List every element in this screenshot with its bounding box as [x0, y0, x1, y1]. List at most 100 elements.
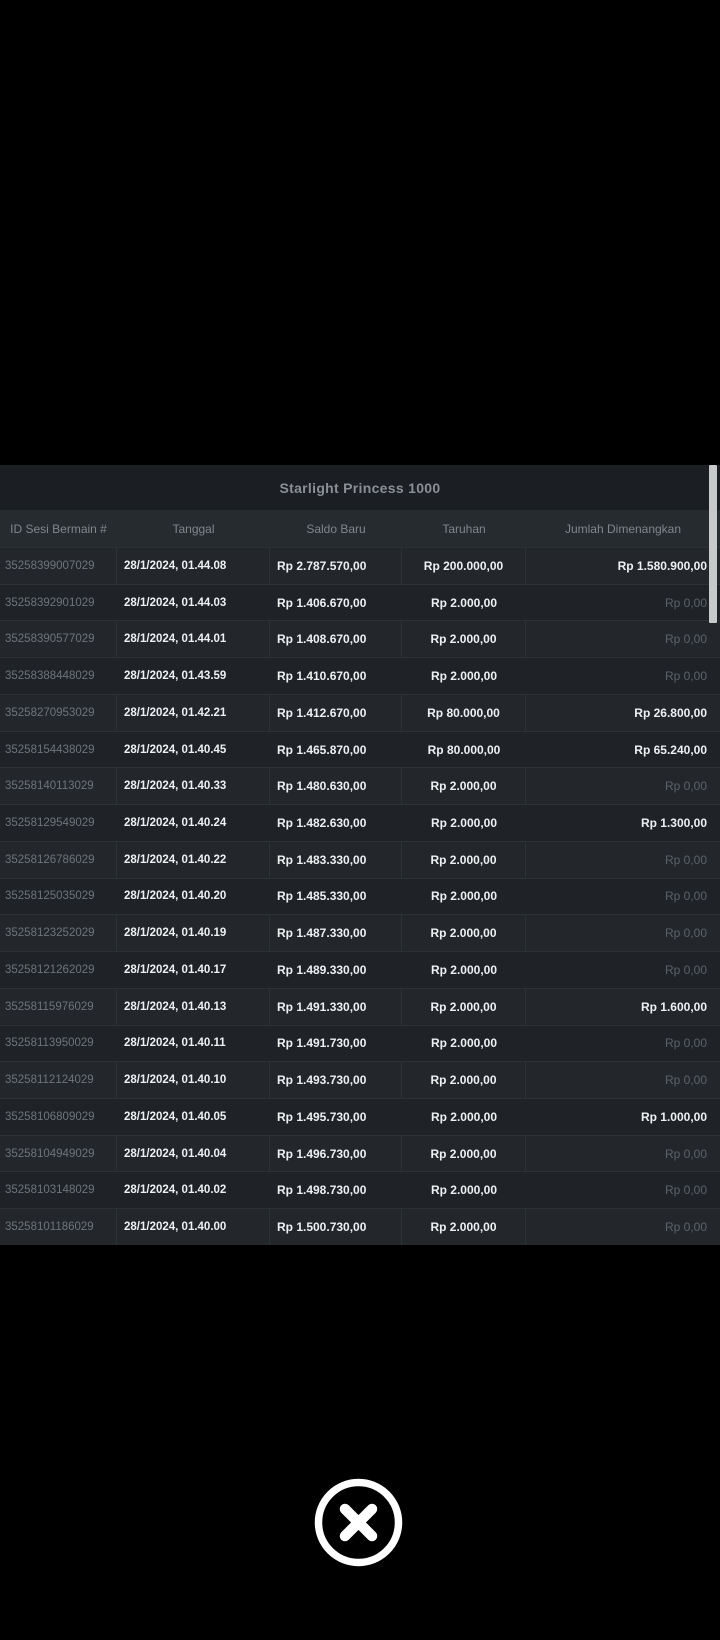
bet-cell: Rp 2.000,00	[402, 585, 526, 621]
date-cell: 28/1/2024, 01.40.33	[117, 768, 270, 804]
win-cell: Rp 26.800,00	[526, 695, 720, 731]
balance-cell: Rp 1.410.670,00	[270, 658, 402, 694]
column-header-new-balance: Saldo Baru	[270, 522, 402, 536]
balance-cell: Rp 1.483.330,00	[270, 842, 402, 878]
table-row: 3525839057702928/1/2024, 01.44.01Rp 1.40…	[0, 620, 720, 657]
table-row: 3525838844802928/1/2024, 01.43.59Rp 1.41…	[0, 657, 720, 694]
date-cell: 28/1/2024, 01.40.00	[117, 1209, 270, 1245]
table-row: 3525810494902928/1/2024, 01.40.04Rp 1.49…	[0, 1135, 720, 1172]
bet-cell: Rp 2.000,00	[402, 621, 526, 657]
bet-cell: Rp 2.000,00	[402, 842, 526, 878]
balance-cell: Rp 1.496.730,00	[270, 1136, 402, 1172]
date-cell: 28/1/2024, 01.40.05	[117, 1099, 270, 1135]
bet-cell: Rp 2.000,00	[402, 768, 526, 804]
table-header-row: ID Sesi Bermain # Tanggal Saldo Baru Tar…	[0, 510, 720, 547]
table-row: 3525812954902928/1/2024, 01.40.24Rp 1.48…	[0, 804, 720, 841]
balance-cell: Rp 1.412.670,00	[270, 695, 402, 731]
bet-cell: Rp 2.000,00	[402, 805, 526, 841]
session-id-cell: 35258125035029	[0, 879, 117, 915]
table-row: 3525811395002928/1/2024, 01.40.11Rp 1.49…	[0, 1025, 720, 1062]
session-id-cell: 35258392901029	[0, 585, 117, 621]
win-cell: Rp 65.240,00	[526, 732, 720, 768]
table-row: 3525812325202928/1/2024, 01.40.19Rp 1.48…	[0, 914, 720, 951]
balance-cell: Rp 1.498.730,00	[270, 1172, 402, 1208]
balance-cell: Rp 1.489.330,00	[270, 952, 402, 988]
balance-cell: Rp 1.491.730,00	[270, 1026, 402, 1062]
close-icon	[313, 1477, 404, 1568]
table-row: 3525839290102928/1/2024, 01.44.03Rp 1.40…	[0, 584, 720, 621]
session-id-cell: 35258140113029	[0, 768, 117, 804]
bet-cell: Rp 80.000,00	[402, 732, 526, 768]
balance-cell: Rp 1.465.870,00	[270, 732, 402, 768]
bet-cell: Rp 2.000,00	[402, 915, 526, 951]
date-cell: 28/1/2024, 01.44.01	[117, 621, 270, 657]
session-id-cell: 35258104949029	[0, 1136, 117, 1172]
table-row: 3525839900702928/1/2024, 01.44.08Rp 2.78…	[0, 547, 720, 584]
bet-cell: Rp 2.000,00	[402, 1136, 526, 1172]
table-row: 3525810118602928/1/2024, 01.40.00Rp 1.50…	[0, 1208, 720, 1245]
session-history-modal: Starlight Princess 1000 ID Sesi Bermain …	[0, 465, 720, 1245]
column-header-bet: Taruhan	[402, 522, 526, 536]
win-cell: Rp 0,00	[526, 879, 720, 915]
win-cell: Rp 1.580.900,00	[526, 548, 720, 584]
balance-cell: Rp 1.487.330,00	[270, 915, 402, 951]
date-cell: 28/1/2024, 01.44.08	[117, 548, 270, 584]
table-row: 3525810680902928/1/2024, 01.40.05Rp 1.49…	[0, 1098, 720, 1135]
balance-cell: Rp 1.408.670,00	[270, 621, 402, 657]
session-id-cell: 35258388448029	[0, 658, 117, 694]
win-cell: Rp 0,00	[526, 1136, 720, 1172]
session-id-cell: 35258270953029	[0, 695, 117, 731]
session-id-cell: 35258115976029	[0, 989, 117, 1025]
session-id-cell: 35258113950029	[0, 1026, 117, 1062]
balance-cell: Rp 1.500.730,00	[270, 1209, 402, 1245]
phone-screen: Starlight Princess 1000 ID Sesi Bermain …	[0, 0, 720, 1640]
column-header-amount-won: Jumlah Dimenangkan	[526, 522, 720, 536]
balance-cell: Rp 1.493.730,00	[270, 1062, 402, 1098]
date-cell: 28/1/2024, 01.40.45	[117, 732, 270, 768]
bet-cell: Rp 2.000,00	[402, 989, 526, 1025]
close-button[interactable]	[313, 1477, 404, 1568]
bet-cell: Rp 2.000,00	[402, 1099, 526, 1135]
date-cell: 28/1/2024, 01.40.10	[117, 1062, 270, 1098]
win-cell: Rp 1.000,00	[526, 1099, 720, 1135]
date-cell: 28/1/2024, 01.40.19	[117, 915, 270, 951]
win-cell: Rp 0,00	[526, 952, 720, 988]
session-id-cell: 35258121262029	[0, 952, 117, 988]
session-id-cell: 35258154438029	[0, 732, 117, 768]
balance-cell: Rp 1.482.630,00	[270, 805, 402, 841]
win-cell: Rp 0,00	[526, 1209, 720, 1245]
date-cell: 28/1/2024, 01.40.17	[117, 952, 270, 988]
bet-cell: Rp 2.000,00	[402, 658, 526, 694]
scrollbar-thumb[interactable]	[709, 465, 717, 623]
table-row: 3525811597602928/1/2024, 01.40.13Rp 1.49…	[0, 988, 720, 1025]
bet-cell: Rp 2.000,00	[402, 1209, 526, 1245]
session-id-cell: 35258390577029	[0, 621, 117, 657]
session-id-cell: 35258123252029	[0, 915, 117, 951]
session-id-cell: 35258103148029	[0, 1172, 117, 1208]
bet-cell: Rp 2.000,00	[402, 879, 526, 915]
date-cell: 28/1/2024, 01.40.04	[117, 1136, 270, 1172]
win-cell: Rp 1.300,00	[526, 805, 720, 841]
win-cell: Rp 0,00	[526, 768, 720, 804]
column-header-session-id: ID Sesi Bermain #	[0, 522, 117, 536]
balance-cell: Rp 1.491.330,00	[270, 989, 402, 1025]
session-id-cell: 35258101186029	[0, 1209, 117, 1245]
modal-title: Starlight Princess 1000	[0, 465, 720, 510]
win-cell: Rp 0,00	[526, 1062, 720, 1098]
balance-cell: Rp 1.485.330,00	[270, 879, 402, 915]
table-row: 3525815443802928/1/2024, 01.40.45Rp 1.46…	[0, 731, 720, 768]
bet-cell: Rp 80.000,00	[402, 695, 526, 731]
date-cell: 28/1/2024, 01.40.24	[117, 805, 270, 841]
table-row: 3525812126202928/1/2024, 01.40.17Rp 1.48…	[0, 951, 720, 988]
bet-cell: Rp 2.000,00	[402, 1062, 526, 1098]
date-cell: 28/1/2024, 01.40.22	[117, 842, 270, 878]
session-id-cell: 35258126786029	[0, 842, 117, 878]
balance-cell: Rp 2.787.570,00	[270, 548, 402, 584]
table-row: 3525811212402928/1/2024, 01.40.10Rp 1.49…	[0, 1061, 720, 1098]
bet-cell: Rp 2.000,00	[402, 952, 526, 988]
session-id-cell: 35258112124029	[0, 1062, 117, 1098]
table-row: 3525812503502928/1/2024, 01.40.20Rp 1.48…	[0, 878, 720, 915]
date-cell: 28/1/2024, 01.40.11	[117, 1026, 270, 1062]
win-cell: Rp 1.600,00	[526, 989, 720, 1025]
date-cell: 28/1/2024, 01.44.03	[117, 585, 270, 621]
